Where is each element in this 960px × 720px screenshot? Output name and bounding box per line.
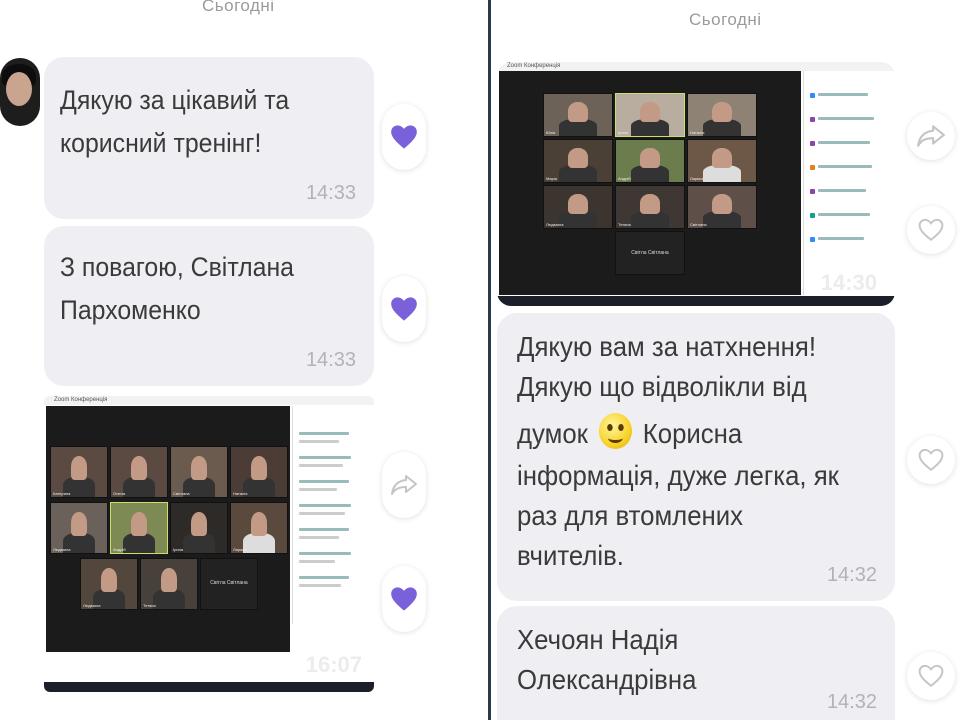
message-bubble[interactable]: Дякую за цікавий та корисний тренінг! 14…	[44, 57, 374, 219]
date-label: Сьогодні	[202, 0, 275, 15]
like-button[interactable]	[907, 436, 955, 484]
message-time: 14:32	[826, 691, 877, 713]
like-button[interactable]	[382, 104, 426, 170]
message-time: 14:33	[305, 182, 356, 204]
heart-outline-icon	[918, 448, 944, 471]
like-button[interactable]	[382, 566, 426, 632]
like-button[interactable]	[907, 206, 955, 254]
message-bubble[interactable]: З повагою, Світлана Пархоменко 14:33	[44, 226, 374, 386]
heart-outline-icon	[918, 664, 944, 687]
zoom-chat-sidebar	[292, 406, 372, 624]
zoom-chat-sidebar	[803, 71, 893, 295]
image-message-zoom-screenshot[interactable]: Zoom Конференція Юлія Ірина Наталія Марі…	[497, 62, 895, 306]
share-icon	[917, 125, 945, 147]
heart-filled-icon	[391, 125, 417, 149]
smiley-emoji-icon	[598, 413, 632, 449]
avatar[interactable]	[0, 58, 40, 126]
message-time: 14:32	[826, 564, 877, 586]
heart-outline-icon	[918, 218, 944, 241]
date-label: Сьогодні	[689, 10, 762, 29]
like-button[interactable]	[382, 276, 426, 342]
message-text: З повагою, Світлана Пархоменко	[60, 252, 294, 325]
share-icon	[391, 475, 417, 495]
zoom-video-grid: Катерина Олена Світлана Наталія Людмила …	[46, 406, 290, 624]
message-text: Дякую за цікавий та корисний тренінг!	[60, 85, 290, 158]
left-chat-panel: Сьогодні Дякую за цікавий та корисний тр…	[0, 0, 488, 720]
message-text: Дякую вам за натхнення! Дякую що відволі…	[517, 331, 839, 571]
like-button[interactable]	[907, 652, 955, 700]
message-time: 14:33	[305, 349, 356, 371]
message-text: Хечоян Надія Олександрівна	[517, 624, 697, 695]
heart-filled-icon	[391, 587, 417, 611]
right-chat-panel: Сьогодні Zoom Конференція Юлія Ірина Нат…	[491, 0, 960, 720]
zoom-video-grid: Юлія Ірина Наталія Марія Андрій Лариса Л…	[499, 71, 801, 295]
share-button[interactable]	[382, 452, 426, 518]
heart-filled-icon	[391, 297, 417, 321]
message-bubble[interactable]: Хечоян Надія Олександрівна 14:32	[497, 606, 895, 720]
image-message-zoom-screenshot[interactable]: Zoom Конференція Катерина Олена Світлана…	[44, 396, 374, 692]
share-button[interactable]	[907, 112, 955, 160]
message-bubble[interactable]: Дякую вам за натхнення! Дякую що відволі…	[497, 313, 895, 601]
